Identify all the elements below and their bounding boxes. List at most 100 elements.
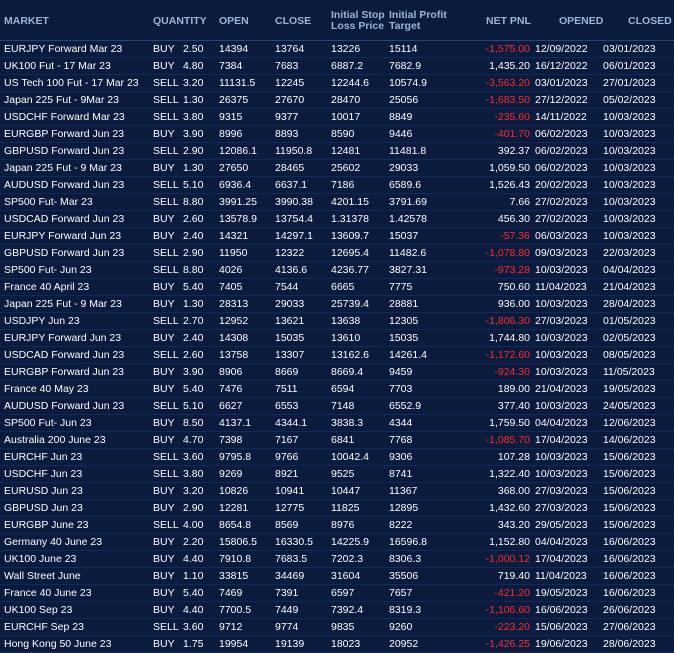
cell-stop-loss: 6594 (331, 383, 355, 395)
table-row[interactable]: USDCHF Jun 23 SELL 3.80 9269 8921 9525 8741 1,3… (0, 466, 674, 483)
table-row[interactable]: EURGBP Forward Jun 23 BUY 3.90 8906 8669 8669… (0, 364, 674, 381)
table-row[interactable]: EURCHF Jun 23 SELL 3.60 9795.8 9766 10042.4 93… (0, 449, 674, 466)
cell-close: 7391 (275, 587, 299, 599)
header-closed[interactable]: CLOSED (628, 0, 672, 41)
table-row[interactable]: UK100 Fut - 17 Mar 23 BUY 4.80 7384 7683 6887… (0, 58, 674, 75)
table-row[interactable]: EURCHF Sep 23 SELL 3.60 9712 9774 9835 9260 -22… (0, 619, 674, 636)
cell-opened: 12/09/2022 (535, 43, 588, 55)
table-row[interactable]: France 40 May 23 BUY 5.40 7476 7511 6594 7703 1… (0, 381, 674, 398)
cell-market: Japan 225 Fut - 9 Mar 23 (4, 162, 122, 174)
table-row[interactable]: France 40 April 23 BUY 5.40 7405 7544 6665 777… (0, 279, 674, 296)
header-market[interactable]: MARKET (4, 0, 49, 41)
cell-opened: 10/03/2023 (535, 264, 588, 276)
table-row[interactable]: US Tech 100 Fut - 17 Mar 23 SELL 3.20 11131… (0, 75, 674, 92)
cell-market: France 40 June 23 (4, 587, 92, 599)
header-open[interactable]: OPEN (219, 0, 249, 41)
table-row[interactable]: USDCAD Forward Jun 23 SELL 2.60 13758 13307 1… (0, 347, 674, 364)
cell-market: GBPUSD Forward Jun 23 (4, 145, 125, 157)
cell-close: 13764 (275, 43, 305, 55)
cell-closed: 16/06/2023 (603, 587, 656, 599)
cell-profit-target: 29033 (389, 162, 419, 174)
cell-stop-loss: 28470 (331, 94, 361, 106)
cell-market: Japan 225 Fut - 9Mar 23 (4, 94, 119, 106)
cell-closed: 22/03/2023 (603, 247, 656, 259)
cell-profit-target: 15114 (389, 43, 418, 55)
header-profit-target[interactable]: Initial Profit Target (389, 0, 457, 41)
table-row[interactable]: UK100 June 23 BUY 4.40 7910.8 7683.5 7202.3 83… (0, 551, 674, 568)
cell-profit-target: 35506 (389, 570, 419, 582)
table-row[interactable]: Germany 40 June 23 BUY 2.20 15806.5 16330.5 1… (0, 534, 674, 551)
cell-close: 19139 (275, 638, 305, 650)
cell-market: EURJPY Forward Mar 23 (4, 43, 123, 55)
cell-side: SELL (153, 264, 179, 276)
table-row[interactable]: AUDUSD Forward Jun 23 SELL 5.10 6627 6553 714… (0, 398, 674, 415)
cell-close: 13621 (275, 315, 305, 327)
cell-quantity: 2.90 (183, 502, 204, 514)
table-row[interactable]: EURGBP June 23 SELL 4.00 8654.8 8569 8976 8222… (0, 517, 674, 534)
cell-side: BUY (153, 332, 175, 344)
table-row[interactable]: AUDUSD Forward Jun 23 SELL 5.10 6936.4 6637.… (0, 177, 674, 194)
table-row[interactable]: EURJPY Forward Mar 23 BUY 2.50 14394 13764 13… (0, 41, 674, 58)
cell-net-pnl: -57.36 (500, 230, 530, 242)
table-row[interactable]: GBPUSD Forward Jun 23 SELL 2.90 12086.1 1195… (0, 143, 674, 160)
cell-closed: 10/03/2023 (603, 162, 656, 174)
table-row[interactable]: GBPUSD Forward Jun 23 SELL 2.90 11950 12322 1… (0, 245, 674, 262)
cell-quantity: 8.80 (183, 196, 204, 208)
cell-net-pnl: 343.20 (497, 519, 530, 531)
cell-profit-target: 11367 (389, 485, 418, 497)
table-row[interactable]: Wall Street June BUY 1.10 33815 34469 31604 35… (0, 568, 674, 585)
cell-quantity: 5.10 (183, 179, 204, 191)
header-stop-loss[interactable]: Initial Stop Loss Price (331, 0, 389, 41)
header-opened[interactable]: OPENED (559, 0, 603, 41)
cell-close: 12775 (275, 502, 305, 514)
table-row[interactable]: EURGBP Forward Jun 23 BUY 3.90 8996 8893 8590… (0, 126, 674, 143)
cell-quantity: 8.80 (183, 264, 204, 276)
cell-quantity: 1.30 (183, 94, 204, 106)
table-row[interactable]: Australia 200 June 23 BUY 4.70 7398 7167 6841… (0, 432, 674, 449)
cell-stop-loss: 25739.4 (331, 298, 369, 310)
cell-opened: 06/03/2023 (535, 230, 588, 242)
cell-side: SELL (153, 621, 179, 633)
cell-net-pnl: 719.40 (497, 570, 530, 582)
cell-stop-loss: 13610 (331, 332, 361, 344)
table-row[interactable]: Japan 225 Fut - 9 Mar 23 BUY 1.30 28313 2903… (0, 296, 674, 313)
table-row[interactable]: UK100 Sep 23 BUY 4.40 7700.5 7449 7392.4 8319.… (0, 602, 674, 619)
table-row[interactable]: EURJPY Forward Jun 23 BUY 2.40 14321 14297.1… (0, 228, 674, 245)
table-row[interactable]: USDCHF Forward Mar 23 SELL 3.80 9315 9377 100… (0, 109, 674, 126)
cell-close: 3990.38 (275, 196, 313, 208)
cell-market: AUDUSD Forward Jun 23 (4, 179, 125, 191)
table-row[interactable]: EURUSD Jun 23 BUY 3.20 10826 10941 10447 11367… (0, 483, 674, 500)
table-row[interactable]: SP500 Fut- Jun 23 BUY 8.50 4137.1 4344.1 3838… (0, 415, 674, 432)
cell-profit-target: 12305 (389, 315, 419, 327)
table-row[interactable]: Hong Kong 50 June 23 BUY 1.75 19954 19139 180… (0, 636, 674, 653)
cell-stop-loss: 8669.4 (331, 366, 364, 378)
table-row[interactable]: France 40 June 23 BUY 5.40 7469 7391 6597 7657… (0, 585, 674, 602)
cell-opened: 19/06/2023 (535, 638, 588, 650)
table-row[interactable]: USDJPY Jun 23 SELL 2.70 12952 13621 13638 1230… (0, 313, 674, 330)
cell-opened: 19/05/2023 (535, 587, 588, 599)
cell-net-pnl: 1,322.40 (489, 468, 530, 480)
cell-closed: 06/01/2023 (603, 60, 656, 72)
header-close[interactable]: CLOSE (275, 0, 311, 41)
table-row[interactable]: Japan 225 Fut - 9 Mar 23 BUY 1.30 27650 2846… (0, 160, 674, 177)
cell-close: 4344.1 (275, 417, 308, 429)
cell-quantity: 5.10 (183, 400, 204, 412)
table-row[interactable]: SP500 Fut- Mar 23 SELL 8.80 3991.25 3990.38 4… (0, 194, 674, 211)
cell-open: 9712 (219, 621, 243, 633)
header-net-pnl[interactable]: NET PNL (486, 0, 531, 41)
table-row[interactable]: USDCAD Forward Jun 23 BUY 2.60 13578.9 13754… (0, 211, 674, 228)
table-row[interactable]: GBPUSD Jun 23 BUY 2.90 12281 12775 11825 12895… (0, 500, 674, 517)
cell-close: 29033 (275, 298, 305, 310)
header-quantity[interactable]: QUANTITY (153, 0, 207, 41)
cell-side: BUY (153, 60, 175, 72)
cell-open: 28313 (219, 298, 249, 310)
cell-open: 9315 (219, 111, 243, 123)
cell-net-pnl: -223.20 (494, 621, 530, 633)
cell-open: 7700.5 (219, 604, 252, 616)
table-row[interactable]: SP500 Fut- Jun 23 SELL 8.80 4026 4136.6 4236.… (0, 262, 674, 279)
table-row[interactable]: EURJPY Forward Jun 23 BUY 2.40 14308 15035 13… (0, 330, 674, 347)
table-row[interactable]: Japan 225 Fut - 9Mar 23 SELL 1.30 26375 2767… (0, 92, 674, 109)
cell-side: BUY (153, 604, 175, 616)
cell-profit-target: 6552.9 (389, 400, 422, 412)
cell-closed: 26/06/2023 (603, 604, 656, 616)
